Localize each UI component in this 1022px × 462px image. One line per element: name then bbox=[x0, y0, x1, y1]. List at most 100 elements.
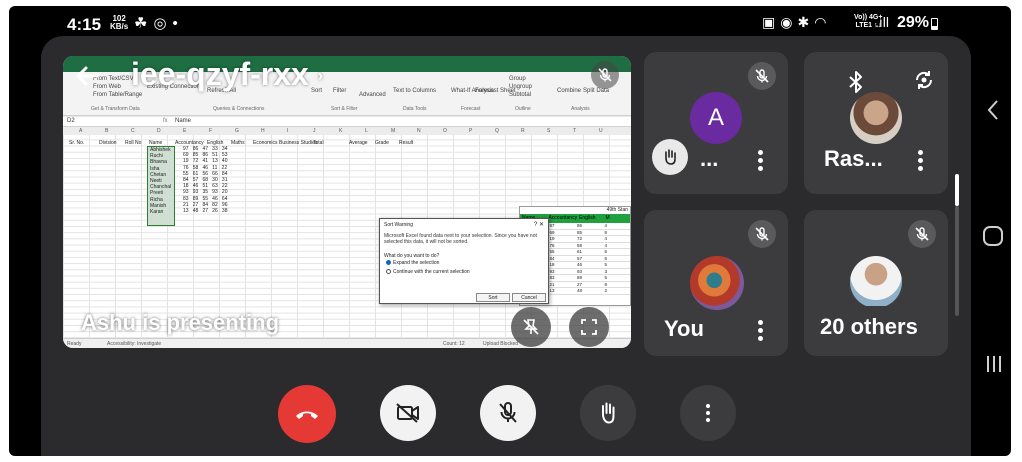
ribbon-button: Subtotal bbox=[509, 92, 532, 98]
mic-off-icon bbox=[908, 220, 936, 248]
end-call-button[interactable] bbox=[278, 385, 336, 443]
back-arrow-icon[interactable] bbox=[73, 62, 101, 90]
more-options-button[interactable] bbox=[680, 385, 736, 441]
avatar: A bbox=[690, 92, 742, 144]
dialog-title: Sort Warning bbox=[384, 222, 413, 228]
battery-percent: 29% bbox=[897, 14, 930, 31]
side-table-title: 49th Stan bbox=[606, 207, 628, 213]
name-column-selection: Abhishek Ruchi Bhavna Isha Chetan Neeti … bbox=[147, 146, 175, 226]
mic-off-icon bbox=[499, 402, 517, 423]
more-options-icon[interactable] bbox=[758, 320, 763, 341]
clock: 4:15 bbox=[67, 15, 102, 34]
cancel-button: Cancel bbox=[512, 293, 546, 302]
switch-camera-button[interactable] bbox=[908, 64, 940, 96]
presenter-label: Ashu is presenting bbox=[81, 310, 280, 335]
ribbon-group: Queries & Connections bbox=[213, 106, 265, 112]
ribbon-button: Advanced bbox=[359, 92, 386, 98]
table-row: 93 93 35 93 20 bbox=[183, 189, 228, 196]
mic-off-icon bbox=[748, 220, 776, 248]
meet-app: From Text/CSV From Web From Table/Range … bbox=[41, 36, 971, 456]
mic-off-button[interactable] bbox=[480, 385, 536, 441]
fullscreen-icon bbox=[581, 319, 597, 335]
meeting-code[interactable]: iee-qzyf-rxx › bbox=[131, 56, 323, 93]
participant-tile-others[interactable]: 20 others bbox=[804, 210, 948, 356]
ribbon-group: Sort & Filter bbox=[331, 106, 358, 112]
ribbon-button: Filter bbox=[333, 88, 347, 94]
column-headers: ABCDEFGHIJKLMNOPQRSTU bbox=[63, 127, 631, 135]
sort-warning-dialog: Sort Warning ? ✕ Microsoft Excel found d… bbox=[379, 218, 549, 304]
ribbon-button: Combine bbox=[557, 88, 582, 94]
table-row: 76 58 46 11 22 bbox=[183, 164, 228, 171]
network-speed: 102 KB/s bbox=[110, 14, 129, 31]
table-row: 21 27 84 82 96 bbox=[183, 201, 228, 208]
mic-off-icon bbox=[748, 62, 776, 90]
radio-continue: Continue with the current selection bbox=[386, 269, 470, 275]
hand-icon bbox=[602, 402, 615, 424]
more-vertical-icon bbox=[706, 404, 710, 422]
participant-name: Ras... bbox=[824, 146, 883, 171]
switch-camera-icon bbox=[915, 71, 933, 89]
fx-icon: fx bbox=[163, 118, 168, 124]
phone-hangup-icon bbox=[296, 411, 318, 419]
dialog-question: What do you want to do? bbox=[384, 253, 440, 259]
formula-bar: D2 fx Name bbox=[63, 117, 631, 127]
participant-tile-you[interactable]: You bbox=[644, 210, 788, 356]
close-icon: ? ✕ bbox=[533, 222, 544, 228]
name-box: D2 bbox=[67, 118, 75, 124]
ribbon-button: Group bbox=[509, 76, 526, 82]
phone-screen: 4:15 102 KB/s ☘◎• ▣◉✱◠ Vo)) 4G+ LTE1 ↑↓ .ı… bbox=[9, 6, 1011, 456]
participant-name: ... bbox=[700, 146, 719, 171]
ribbon-button: Text to Columns bbox=[393, 88, 437, 94]
radio-expand: Expand the selection bbox=[386, 260, 439, 266]
avatar bbox=[690, 256, 744, 310]
table-row: 19 72 41 13 40 bbox=[183, 158, 228, 165]
alarm-silent-icon: ☘ bbox=[134, 15, 154, 32]
list-item: Karan bbox=[150, 208, 164, 215]
bluetooth-icon: ✱ bbox=[797, 14, 815, 30]
participant-photo bbox=[850, 92, 902, 144]
dialog-message: Microsoft Excel found data next to your … bbox=[384, 233, 537, 245]
back-nav-icon[interactable] bbox=[985, 98, 1001, 122]
hand-icon bbox=[665, 149, 676, 165]
recents-nav-icon[interactable] bbox=[983, 353, 1005, 375]
unpin-button[interactable] bbox=[511, 307, 551, 347]
table-row: 13 48 27 26 38 bbox=[183, 207, 228, 214]
bluetooth-icon bbox=[849, 71, 862, 93]
chevron-right-icon: › bbox=[317, 67, 324, 85]
fullscreen-button[interactable] bbox=[569, 307, 609, 347]
more-notifications-icon: • bbox=[172, 15, 184, 32]
participant-tile-ras[interactable]: Ras... bbox=[804, 52, 948, 194]
signal-icon: .ıll bbox=[875, 14, 889, 30]
battery-icon bbox=[931, 18, 938, 30]
raised-hand-badge bbox=[652, 139, 688, 175]
wifi-icon: ◠ bbox=[814, 14, 832, 30]
participant-tile-a[interactable]: A ... bbox=[644, 52, 788, 194]
more-options-icon[interactable] bbox=[758, 150, 763, 171]
lock-icon: ▣ bbox=[762, 14, 781, 30]
participant-name: You bbox=[664, 316, 704, 341]
mic-off-icon bbox=[591, 61, 619, 89]
participant-photo bbox=[850, 256, 902, 308]
whatsapp-icon: ◎ bbox=[153, 15, 173, 32]
ribbon-group: Data Tools bbox=[403, 106, 427, 112]
home-nav-icon[interactable] bbox=[981, 224, 1005, 248]
alarm-icon: ◉ bbox=[780, 14, 798, 30]
presentation-tile[interactable]: From Text/CSV From Web From Table/Range … bbox=[63, 56, 631, 348]
ribbon-group: Get & Transform Data bbox=[91, 106, 140, 112]
scroll-thumb[interactable] bbox=[955, 174, 959, 206]
ribbon-button: Ungroup bbox=[509, 84, 533, 90]
camera-off-button[interactable] bbox=[380, 385, 436, 441]
system-icons: ▣◉✱◠ bbox=[762, 14, 831, 31]
raise-hand-button[interactable] bbox=[580, 385, 636, 441]
sort-button: Sort bbox=[476, 293, 510, 302]
table-row: 83 89 55 46 64 bbox=[183, 195, 228, 202]
ribbon-group: Analysis bbox=[571, 106, 590, 112]
score-columns: 97 86 47 33 34 69 85 86 51 53 19 72 41 1… bbox=[183, 146, 227, 214]
scroll-track bbox=[955, 206, 959, 316]
unpin-icon bbox=[523, 319, 539, 335]
notification-icons: ☘◎• bbox=[134, 14, 184, 32]
others-count: 20 others bbox=[820, 314, 918, 339]
camera-off-icon bbox=[396, 403, 419, 423]
ribbon-group: Outline bbox=[515, 106, 531, 112]
more-options-icon[interactable] bbox=[918, 150, 923, 171]
